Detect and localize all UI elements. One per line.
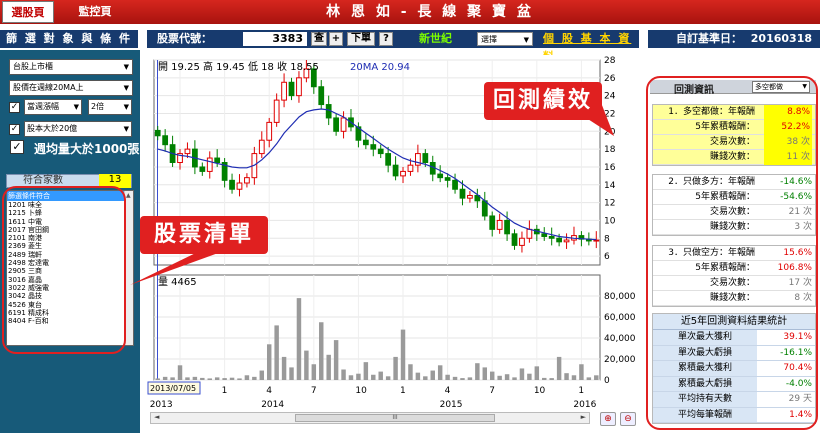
stock-list-callout: 股票清單	[140, 216, 268, 254]
backtest-callout: 回測績效	[484, 82, 602, 120]
callout-pointers	[130, 100, 614, 285]
